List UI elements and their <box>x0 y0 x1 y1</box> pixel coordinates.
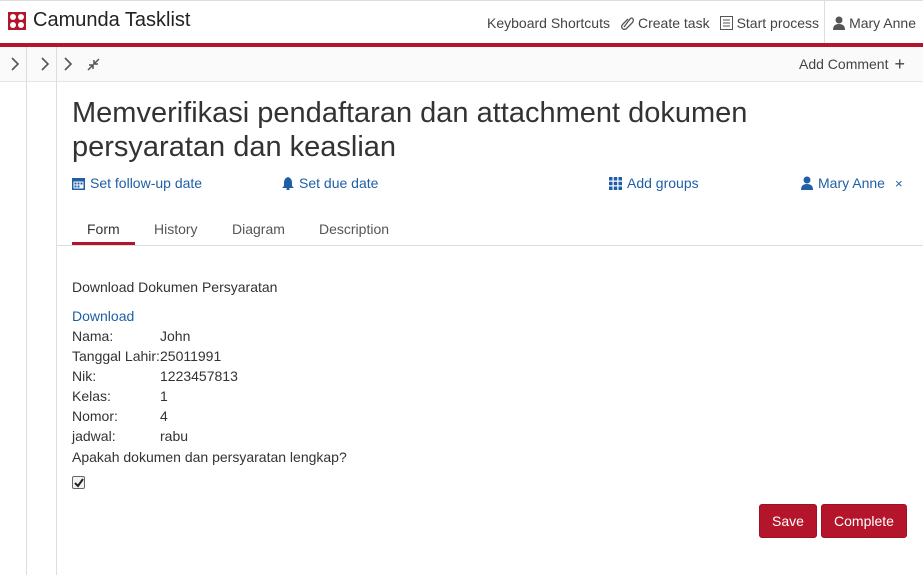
user-menu[interactable]: Mary Anne <box>824 1 923 44</box>
completeness-question: Apakah dokumen dan persyaratan lengkap? <box>72 449 347 465</box>
field-value: 4 <box>160 408 168 424</box>
field-label: Tanggal Lahir: <box>72 348 160 364</box>
field-label: Nama: <box>72 328 114 344</box>
plus-icon: + <box>894 54 905 74</box>
add-comment-label: Add Comment <box>799 56 889 72</box>
chevron-right-icon[interactable] <box>10 57 20 71</box>
add-comment-button[interactable]: Add Comment + <box>799 54 905 74</box>
field-value: rabu <box>160 428 189 444</box>
complete-button[interactable]: Complete <box>821 504 907 538</box>
add-groups-link[interactable]: Add groups <box>609 175 699 191</box>
task-title: Memverifikasi pendaftaran dan attachment… <box>72 97 748 163</box>
field-value: 1 <box>160 388 168 404</box>
remove-assignee-icon[interactable]: × <box>895 176 903 191</box>
chevron-right-icon[interactable] <box>40 57 50 71</box>
th-grid-icon <box>609 176 622 190</box>
set-due-date-label: Set due date <box>299 175 379 191</box>
field-label: Kelas: <box>72 388 111 404</box>
assignee-link[interactable]: Mary Anne <box>801 175 885 191</box>
chevron-right-icon[interactable] <box>63 57 73 71</box>
set-follow-up-date-label: Set follow-up date <box>90 175 203 191</box>
tab-history[interactable]: History <box>154 221 198 237</box>
create-task-label: Create task <box>637 14 710 31</box>
top-navbar: Camunda Tasklist Keyboard Shortcuts Crea… <box>0 0 923 44</box>
column-divider <box>56 47 57 575</box>
field-label: Nik: <box>72 368 97 384</box>
checkmark-icon <box>73 477 84 488</box>
column-divider <box>26 47 27 575</box>
user-name: Mary Anne <box>849 14 916 31</box>
compress-icon[interactable] <box>87 58 100 71</box>
start-process-link[interactable]: Start process <box>715 1 824 44</box>
field-value: 1223457813 <box>160 368 238 384</box>
field-value: 25011991 <box>160 348 222 364</box>
field-value: John <box>160 328 191 344</box>
keyboard-shortcuts-link[interactable]: Keyboard Shortcuts <box>482 1 615 44</box>
keyboard-shortcuts-label: Keyboard Shortcuts <box>487 14 610 31</box>
list-icon <box>719 15 733 30</box>
set-follow-up-date-link[interactable]: Set follow-up date <box>72 175 202 191</box>
create-task-link[interactable]: Create task <box>615 1 715 44</box>
field-label: Nomor: <box>72 408 118 424</box>
tab-form[interactable]: Form <box>87 221 120 237</box>
form-heading: Download Dokumen Persyaratan <box>72 279 278 295</box>
field-label: jadwal: <box>72 428 116 444</box>
download-link[interactable]: Download <box>72 308 134 324</box>
save-button[interactable]: Save <box>759 504 817 538</box>
tab-diagram[interactable]: Diagram <box>232 221 285 237</box>
start-process-label: Start process <box>736 14 820 31</box>
calendar-icon <box>72 177 85 190</box>
app-title: Camunda Tasklist <box>33 9 191 31</box>
tabs-divider <box>57 245 923 246</box>
assignee-name: Mary Anne <box>818 175 885 191</box>
task-toolbar <box>0 47 923 82</box>
user-icon <box>801 176 813 190</box>
set-due-date-link[interactable]: Set due date <box>282 175 378 191</box>
user-icon <box>833 16 846 30</box>
tab-description[interactable]: Description <box>319 221 389 237</box>
camunda-logo-icon <box>8 11 26 30</box>
completeness-checkbox[interactable] <box>72 476 85 489</box>
paperclip-icon <box>621 16 634 30</box>
bell-icon <box>282 176 294 190</box>
add-groups-label: Add groups <box>627 175 699 191</box>
brand[interactable]: Camunda Tasklist <box>8 9 190 32</box>
